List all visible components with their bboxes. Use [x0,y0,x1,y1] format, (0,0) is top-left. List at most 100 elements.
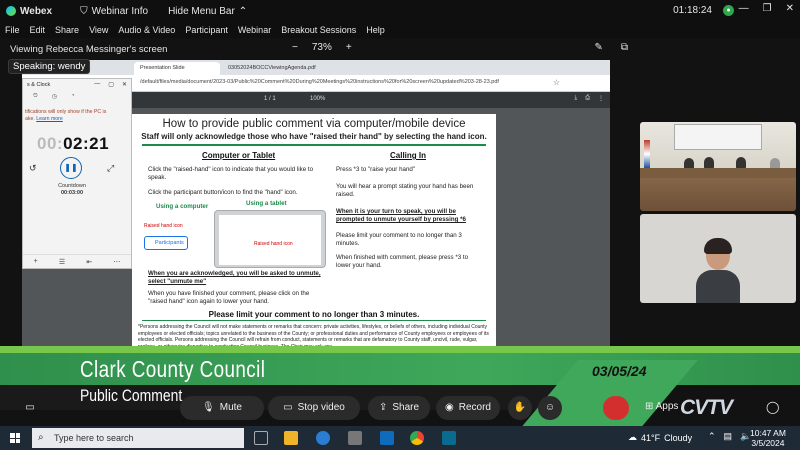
pin-icon[interactable]: ⇤ [86,258,92,266]
popout-icon[interactable]: ⧉ [621,42,628,53]
app-icon[interactable] [348,431,362,445]
mute-button[interactable]: 🎙 Mute [180,396,264,420]
minimize-icon[interactable]: — [94,81,100,88]
more-icon[interactable]: ⋯ [113,258,120,266]
world-clock-icon[interactable]: ◔ [71,93,75,105]
flag-icon [644,140,650,168]
minimize-icon[interactable]: — [739,3,749,14]
chevron-up-icon[interactable]: ⌃ [708,431,716,442]
left-step-2: Click the participant button/icon to fin… [148,189,298,196]
webex-logo: Webex [6,6,52,17]
reactions-button[interactable]: ☺ [538,396,562,420]
shield-icon: ⛉ [80,5,88,17]
pdf-subtitle: Staff will only acknowledge those who ha… [141,132,487,141]
video-tile-council-chamber[interactable] [640,122,796,211]
windows-taskbar: ⌕ Type here to search ☁ 41°F Cloudy ⌃ ▤ … [0,426,800,450]
stopwatch-icon[interactable]: ◷ [52,93,57,105]
pause-button[interactable]: ❚❚ [60,157,82,179]
screen: Webex ⛉ Webinar Info Hide Menu Bar ⌃ 01:… [0,0,800,450]
viewing-label: Viewing Rebecca Messinger's screen [10,43,168,55]
video-tile-speaker[interactable] [640,214,796,303]
annotate-icon[interactable]: ✎ [594,42,602,53]
dais [640,168,796,178]
zoom-in-button[interactable]: + [346,42,352,53]
zoom-level[interactable]: 73% [312,42,332,53]
webex-taskbar-icon[interactable] [442,431,456,445]
menu-participant[interactable]: Participant [185,25,228,35]
pdf-zoom[interactable]: 100% [310,96,325,102]
list-icon[interactable]: ☰ [59,258,65,266]
reset-icon[interactable]: ↺ [29,163,37,174]
hand-icon: ✋ [513,402,527,413]
menu-audio-video[interactable]: Audio & Video [118,25,175,35]
raise-hand-button[interactable]: ✋ [508,396,532,420]
print-icon[interactable]: ⎙ [585,95,590,102]
menu-edit[interactable]: Edit [30,25,46,35]
webex-logo-icon [6,6,16,16]
right-step-5: When finished with comment, please press… [336,254,469,269]
weather-widget[interactable]: ☁ 41°F Cloudy [628,432,692,443]
browser-tab-strip: Meetings Presentation Slide 03052024BOCC… [22,60,610,75]
close-icon[interactable]: ✕ [122,81,127,88]
lower-third-accent [0,346,800,353]
menu-breakout-sessions[interactable]: Breakout Sessions [281,25,356,35]
smile-icon: ☺ [544,402,556,413]
left-step-4: When you have finished your comment, ple… [148,290,310,305]
limit-notice: Please limit your comment to no longer t… [208,310,420,319]
more-icon[interactable]: ⋮ [598,95,604,102]
connection-status-icon[interactable]: ● [723,5,734,16]
leave-button[interactable] [603,396,629,420]
chat-icon[interactable]: ◯ [766,400,779,414]
download-icon[interactable]: ⤓ [575,95,578,102]
apps-button[interactable]: ⊞ Apps [645,401,678,412]
menu-share[interactable]: Share [55,25,79,35]
search-icon: ⌕ [38,432,44,443]
task-view-icon[interactable] [254,431,268,445]
star-icon[interactable]: ☆ [553,78,560,87]
microphone-icon: 🎙 [202,402,215,413]
pdf-page: How to provide public comment via comput… [132,114,496,360]
restore-icon[interactable]: ❐ [763,3,772,14]
webinar-info-button[interactable]: ⛉ Webinar Info [80,6,148,17]
taskbar-clock[interactable]: 10:47 AM 3/5/2024 [750,428,786,448]
windows-start-icon[interactable] [10,433,20,443]
menu-view[interactable]: View [89,25,108,35]
menu-webinar[interactable]: Webinar [238,25,271,35]
menu-help[interactable]: Help [366,25,385,35]
camera-icon: ▭ [283,402,293,413]
close-icon[interactable]: ✕ [786,3,794,14]
left-step-1: Click the "raised-hand" icon to indicate… [148,166,314,181]
file-explorer-icon[interactable] [284,431,298,445]
outlook-icon[interactable] [380,431,394,445]
alarm-icon[interactable]: ⏲ [33,93,38,105]
browser-tab[interactable]: 03052024BOCCViewingAgenda.pdf [222,62,334,75]
system-tray: ⌃ ▤ 🔈 [708,431,751,442]
expand-icon[interactable]: ⤢ [107,163,114,174]
webex-title-bar: Webex ⛉ Webinar Info Hide Menu Bar ⌃ 01:… [0,0,800,22]
notification-note: tifications will only show if the PC is … [25,109,107,122]
meeting-timer: 01:18:24 [673,5,712,16]
right-step-3: When it is your turn to speak, you will … [336,208,466,223]
zoom-out-button[interactable]: − [292,42,298,53]
network-icon[interactable]: ▤ [724,431,733,442]
right-step-4: Please limit your comment to no longer t… [336,232,462,247]
heading-computer-tablet: Computer or Tablet [202,151,276,160]
browser-tab-active[interactable]: Presentation Slide [134,62,220,75]
record-button[interactable]: ◉ Record [436,396,500,420]
chrome-icon[interactable] [410,431,424,445]
speaker-person [696,234,740,303]
timer-duration: 00:03:00 [60,190,84,196]
learn-more-link[interactable]: Learn more [36,116,63,122]
heading-calling-in: Calling In [390,151,426,160]
cloud-icon: ☁ [628,432,637,442]
menu-file[interactable]: File [5,25,20,35]
add-icon[interactable]: + [34,258,38,265]
layout-icon[interactable]: ▭ [22,396,38,420]
share-button[interactable]: ⇪ Share [368,396,430,420]
stop-video-button[interactable]: ▭ Stop video [268,396,360,420]
hide-menu-bar-button[interactable]: Hide Menu Bar ⌃ [168,6,247,17]
restore-icon[interactable]: ▢ [108,81,114,88]
edge-icon[interactable] [316,431,330,445]
participants-illustration: Participants [144,236,188,250]
taskbar-search[interactable]: ⌕ Type here to search [32,428,244,448]
